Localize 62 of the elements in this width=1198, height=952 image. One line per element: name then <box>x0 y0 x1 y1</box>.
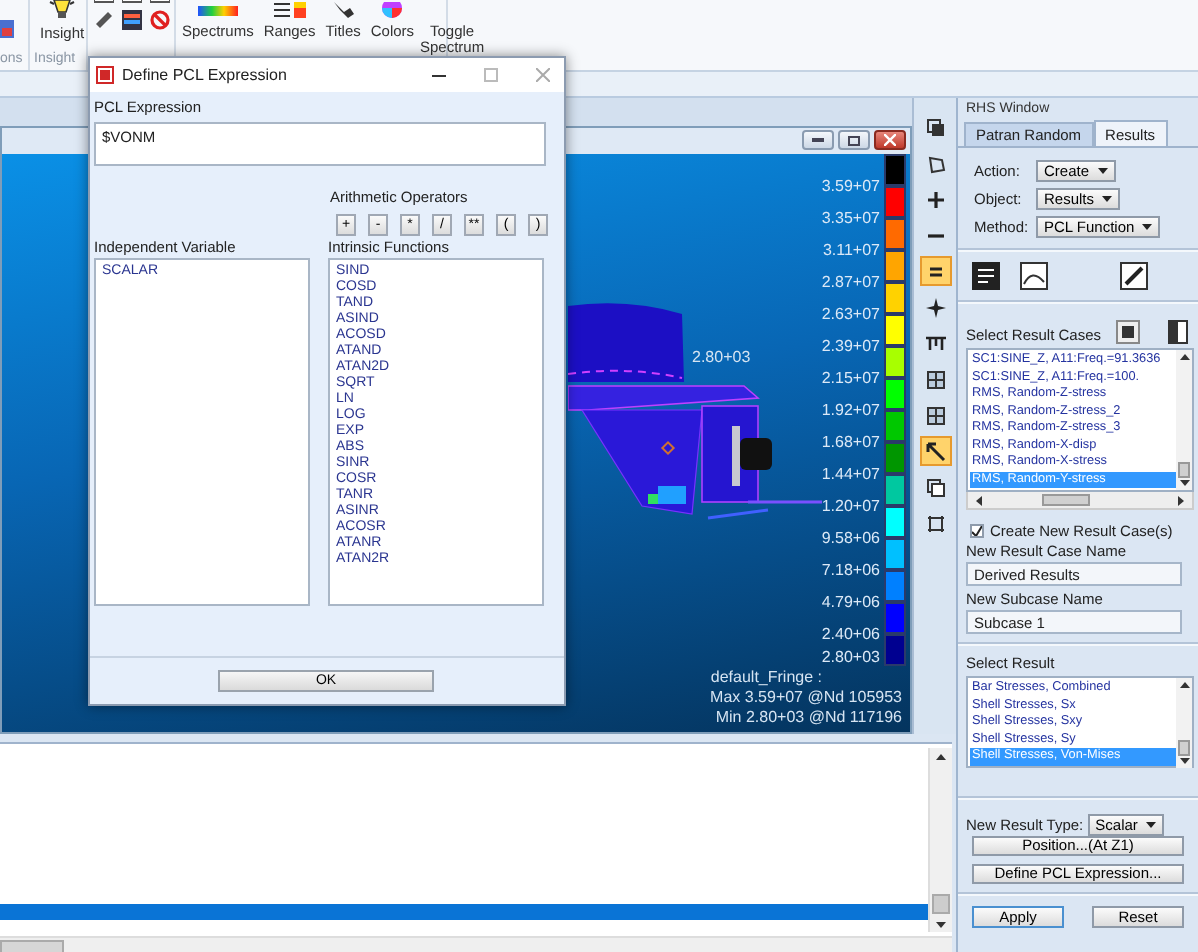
legend-value: 2.15+07 <box>821 369 880 387</box>
ranges-icon <box>271 2 308 18</box>
dialog-title: Define PCL Expression <box>122 66 289 84</box>
minimize-button[interactable] <box>802 130 834 150</box>
scroll-thumb[interactable] <box>0 939 64 952</box>
scroll-thumb[interactable] <box>1178 462 1190 478</box>
spectrum-icon <box>197 2 238 18</box>
scroll-right-icon[interactable] <box>1178 495 1184 505</box>
legend-value: 1.92+07 <box>821 401 880 419</box>
legend-value: 2.80+03 <box>821 648 880 666</box>
scrollbar[interactable] <box>0 936 952 952</box>
palette-icon[interactable] <box>122 10 142 30</box>
app-logo-icon <box>96 66 114 84</box>
close-button[interactable] <box>874 130 906 150</box>
caret-icon <box>1097 167 1108 173</box>
scrollbar[interactable] <box>966 492 1194 510</box>
legend-value: 1.20+07 <box>821 497 880 515</box>
legend-value: 3.59+07 <box>821 177 880 195</box>
scroll-up-icon[interactable] <box>1179 354 1189 360</box>
scrollbar[interactable] <box>928 748 952 932</box>
lamp-icon <box>48 0 77 20</box>
legend-value: 9.58+06 <box>821 529 880 547</box>
scroll-thumb[interactable] <box>1042 494 1090 506</box>
legend-value: 2.39+07 <box>821 337 880 355</box>
pencil-icon[interactable] <box>94 10 114 30</box>
legend-value: 2.87+07 <box>821 273 880 291</box>
scrollbar[interactable] <box>1176 350 1192 490</box>
form-icon[interactable] <box>972 262 1000 290</box>
legend-value: 3.35+07 <box>821 209 880 227</box>
caret-icon <box>1102 195 1113 201</box>
panel-icon[interactable] <box>1168 320 1188 344</box>
caret-icon <box>1142 223 1153 229</box>
color-wheel-icon <box>382 2 403 18</box>
node-value-label: 2.80+03 <box>692 348 751 366</box>
check-icon <box>972 526 982 536</box>
restore-button[interactable] <box>838 130 870 150</box>
scroll-down-icon[interactable] <box>936 921 946 927</box>
caret-icon <box>1145 821 1156 827</box>
legend-value: 4.79+06 <box>821 593 880 611</box>
scroll-thumb[interactable] <box>932 894 950 914</box>
equals-icon[interactable] <box>919 256 951 286</box>
scroll-thumb[interactable] <box>1178 739 1190 755</box>
legend-value: 3.11+07 <box>821 241 880 259</box>
legend-value: 1.68+07 <box>821 433 880 451</box>
restore-icon <box>848 135 860 145</box>
edit-icon[interactable] <box>1120 262 1148 290</box>
scroll-up-icon[interactable] <box>936 753 946 759</box>
scrollbar[interactable] <box>1176 678 1192 767</box>
checkbox[interactable] <box>970 524 984 538</box>
close-icon <box>884 134 896 146</box>
max-value-text: Max 3.59+07 @Nd 105953 <box>710 688 902 708</box>
scroll-up-icon[interactable] <box>1179 682 1189 688</box>
legend-value: 2.63+07 <box>821 305 880 323</box>
no-entry-icon[interactable] <box>150 10 170 30</box>
scroll-left-icon[interactable] <box>976 495 982 505</box>
legend-value: 1.44+07 <box>821 465 880 483</box>
cursor-icon[interactable] <box>919 436 951 466</box>
fringe-title: default_Fringe : <box>710 668 822 688</box>
legend-value: 7.18+06 <box>821 561 880 579</box>
minimize-icon <box>812 138 824 142</box>
legend-value: 2.40+06 <box>821 625 880 643</box>
min-value-text: Min 2.80+03 @Nd 117196 <box>715 708 902 728</box>
